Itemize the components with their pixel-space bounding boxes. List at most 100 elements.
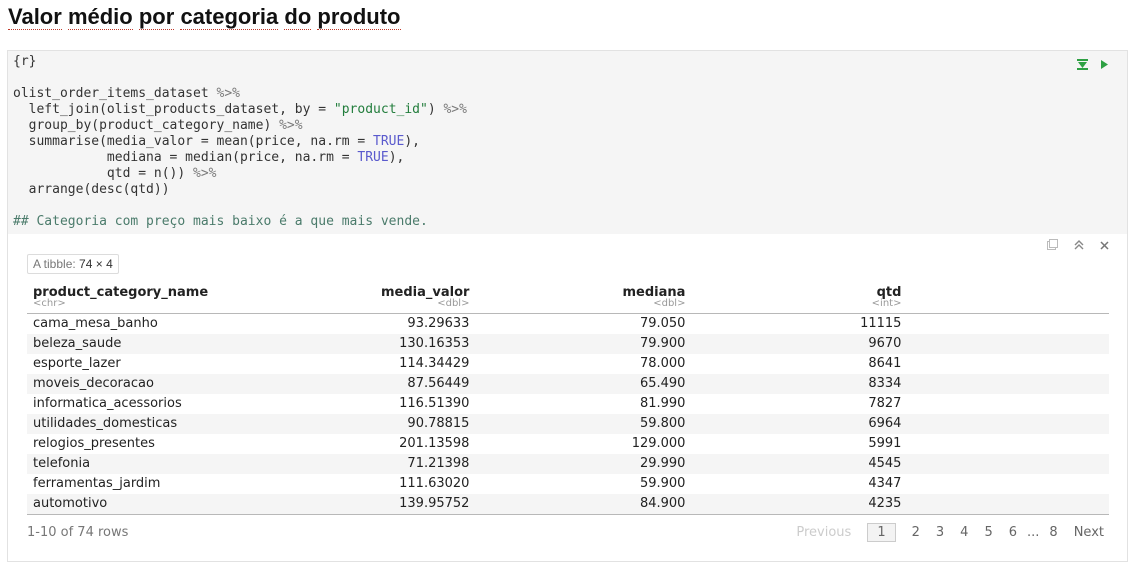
table-cell: 6964	[691, 414, 908, 434]
table-row: automotivo 139.95752 84.900 4235	[27, 494, 1109, 515]
table-cell: relogios_presentes	[27, 434, 375, 454]
table-cell-spacer	[907, 414, 1109, 434]
column-type: <dbl>	[437, 298, 470, 309]
table-cell: 139.95752	[375, 494, 476, 515]
table-cell: 8641	[691, 354, 908, 374]
table-cell-spacer	[907, 354, 1109, 374]
page-button[interactable]: 4	[960, 525, 968, 540]
code-line: arrange(desc(qtd))	[13, 182, 170, 197]
page-button-current[interactable]: 1	[867, 523, 896, 542]
run-above-icon[interactable]	[1077, 59, 1088, 73]
table-cell: 114.34429	[375, 354, 476, 374]
table-row: cama_mesa_banho 93.29633 79.050 11115	[27, 313, 1109, 334]
pagination-ellipsis: ...	[1027, 525, 1040, 540]
table-cell: 116.51390	[375, 394, 476, 414]
page-button[interactable]: 2	[912, 525, 920, 540]
page-button[interactable]: 5	[984, 525, 992, 540]
code-line: ),	[404, 134, 420, 149]
table-cell: 9670	[691, 334, 908, 354]
code-comment: ## Categoria com preço mais baixo é a qu…	[13, 214, 428, 229]
table-row: relogios_presentes 201.13598 129.000 599…	[27, 434, 1109, 454]
tibble-dimensions-label: A tibble: 74 × 4	[27, 254, 119, 274]
table-cell: 65.490	[475, 374, 692, 394]
tibble-label-prefix: A tibble:	[33, 257, 76, 271]
code-line: group_by(product_category_name)	[13, 118, 280, 133]
code-line: summarise(media_valor = mean(price, na.r…	[13, 134, 374, 149]
expand-output-icon[interactable]	[1047, 239, 1058, 253]
table-cell: 79.050	[475, 313, 692, 334]
column-header[interactable]: mediana <dbl>	[475, 284, 692, 314]
table-cell-spacer	[907, 474, 1109, 494]
pipe-operator: %>%	[216, 86, 240, 101]
code-text[interactable]: {r} olist_order_items_dataset %>% left_j…	[13, 54, 467, 230]
table-row: informatica_acessorios 116.51390 81.990 …	[27, 394, 1109, 414]
table-cell-spacer	[907, 394, 1109, 414]
column-header[interactable]: product_category_name <chr>	[27, 284, 375, 314]
chunk-header: {r}	[13, 54, 37, 69]
page-button[interactable]: 3	[936, 525, 944, 540]
table-cell: 111.63020	[375, 474, 476, 494]
table-cell: beleza_saude	[27, 334, 375, 354]
code-line: qtd = n())	[13, 166, 194, 181]
table-cell: moveis_decoracao	[27, 374, 375, 394]
heading-word: do	[284, 4, 312, 30]
heading-word: produto	[317, 4, 401, 30]
column-type: <dbl>	[653, 298, 686, 309]
table-cell: utilidades_domesticas	[27, 414, 375, 434]
collapse-output-icon[interactable]	[1074, 239, 1084, 253]
table-cell: 201.13598	[375, 434, 476, 454]
clear-output-icon[interactable]	[1100, 239, 1109, 253]
table-cell: 90.78815	[375, 414, 476, 434]
table-cell: 11115	[691, 313, 908, 334]
table-cell: 93.29633	[375, 313, 476, 334]
code-line: ),	[388, 150, 405, 165]
table-row: moveis_decoracao 87.56449 65.490 8334	[27, 374, 1109, 394]
table-cell: 84.900	[475, 494, 692, 515]
column-spacer	[907, 284, 1109, 314]
table-cell: 130.16353	[375, 334, 476, 354]
pipe-operator: %>%	[443, 102, 467, 117]
column-header[interactable]: qtd <int>	[691, 284, 908, 314]
code-line: mediana = median(price, na.rm =	[13, 150, 358, 165]
table-row: beleza_saude 130.16353 79.900 9670	[27, 334, 1109, 354]
code-line: )	[427, 102, 444, 117]
code-editor[interactable]: {r} olist_order_items_dataset %>% left_j…	[8, 51, 1127, 234]
table-cell: 4545	[691, 454, 908, 474]
heading-word: Valor	[8, 4, 62, 30]
heading-word: categoria	[180, 4, 279, 30]
rows-info: 1-10 of 74 rows	[27, 525, 129, 540]
next-page-button[interactable]: Next	[1074, 525, 1104, 540]
pipe-operator: %>%	[193, 166, 217, 181]
table-cell-spacer	[907, 374, 1109, 394]
heading-word: por	[138, 4, 175, 30]
table-row: utilidades_domesticas 90.78815 59.800 69…	[27, 414, 1109, 434]
table-cell-spacer	[907, 494, 1109, 515]
pagination: Previous 1 2 3 4 5 6 ... 8 Next	[796, 523, 1104, 542]
column-header[interactable]: media_valor <dbl>	[375, 284, 476, 314]
column-type: <int>	[871, 298, 902, 309]
table-cell: 8334	[691, 374, 908, 394]
table-cell-spacer	[907, 454, 1109, 474]
table-cell: 5991	[691, 434, 908, 454]
previous-page-button[interactable]: Previous	[796, 525, 851, 540]
table-cell: cama_mesa_banho	[27, 313, 375, 334]
keyword-literal: TRUE	[373, 134, 405, 149]
table-cell: esporte_lazer	[27, 354, 375, 374]
code-line: left_join(olist_products_dataset, by =	[13, 102, 334, 117]
table-cell: telefonia	[27, 454, 375, 474]
table-cell: informatica_acessorios	[27, 394, 375, 414]
table-cell-spacer	[907, 434, 1109, 454]
page-button[interactable]: 6	[1009, 525, 1017, 540]
table-cell: 59.800	[475, 414, 692, 434]
table-row: ferramentas_jardim 111.63020 59.900 4347	[27, 474, 1109, 494]
heading-word: médio	[67, 4, 133, 30]
tibble-dims: 74 × 4	[79, 257, 113, 271]
run-chunk-icon[interactable]	[1100, 59, 1109, 73]
page-button[interactable]: 8	[1049, 525, 1057, 540]
table-cell: 7827	[691, 394, 908, 414]
section-heading: Valor médio por categoria do produto	[8, 4, 401, 30]
table-cell: automotivo	[27, 494, 375, 515]
table-cell: ferramentas_jardim	[27, 474, 375, 494]
table-cell: 129.000	[475, 434, 692, 454]
string-literal: "product_id"	[333, 102, 428, 117]
